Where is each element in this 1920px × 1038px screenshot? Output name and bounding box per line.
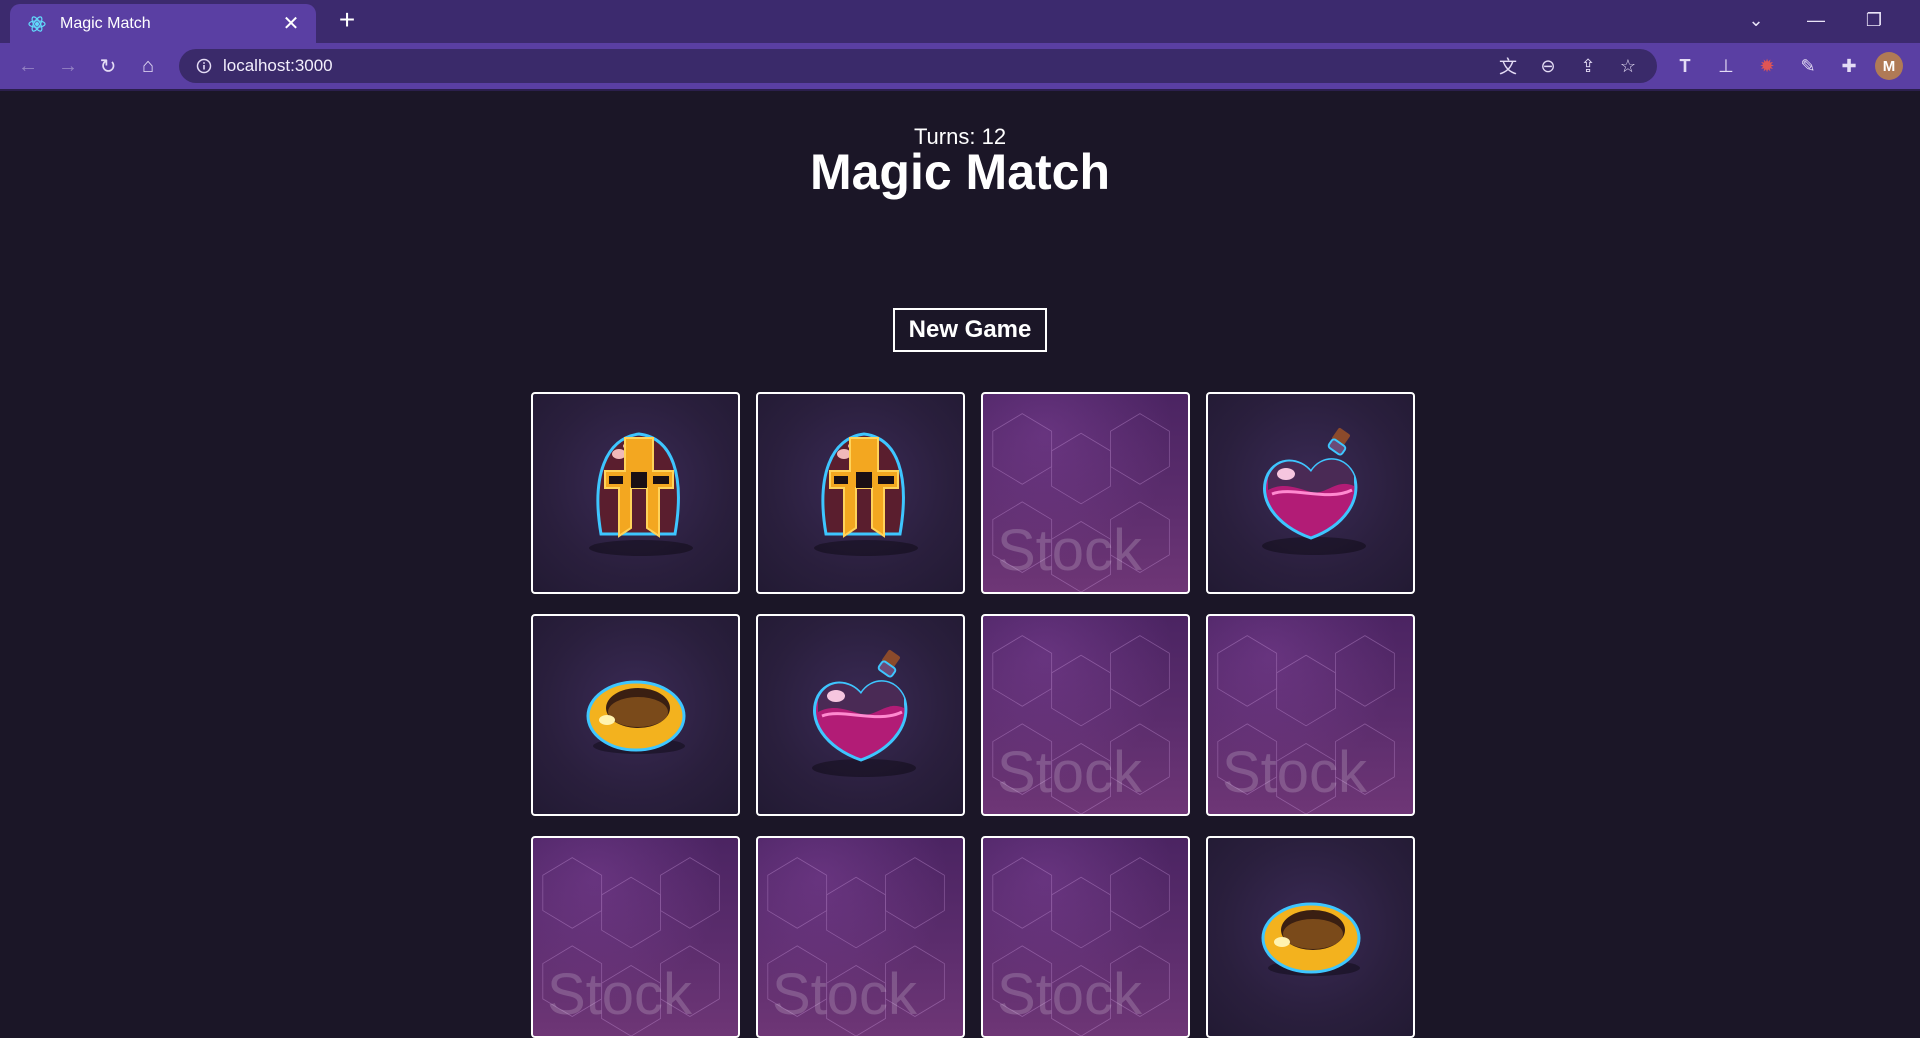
card-potion[interactable]: [756, 614, 965, 816]
page-content: Magic Match New Game Stock Stock Stock S…: [0, 91, 1920, 1038]
star-icon[interactable]: ☆: [1613, 51, 1643, 81]
card-back[interactable]: Stock: [1206, 614, 1415, 816]
arrow-right-icon[interactable]: →: [48, 46, 88, 86]
close-tab-icon[interactable]: ✕: [280, 11, 302, 36]
reload-icon[interactable]: ↻: [88, 46, 128, 86]
card-back-watermark: Stock: [997, 962, 1143, 1027]
card-back[interactable]: Stock: [981, 392, 1190, 594]
ring-icon: [561, 638, 711, 793]
card-back-watermark: Stock: [997, 740, 1143, 805]
puzzle-icon[interactable]: ✚: [1834, 51, 1864, 81]
card-back-watermark: Stock: [1222, 740, 1368, 805]
extensions-area: T ⊥ ✹ ✎ ✚ M: [1670, 49, 1903, 83]
tab-search-icon[interactable]: ⌄: [1728, 0, 1784, 40]
new-tab-button[interactable]: +: [332, 6, 362, 36]
restore-button[interactable]: ❐: [1846, 0, 1902, 40]
tab-strip: Magic Match ✕ + ⌄ — ❐: [0, 0, 1920, 43]
share-icon[interactable]: ⇪: [1573, 51, 1603, 81]
card-back-watermark: Stock: [997, 518, 1143, 583]
browser-toolbar: ← → ↻ ⌂ localhost:3000 文 ⊖ ⇪ ☆ T ⊥ ✹ ✎ ✚…: [0, 43, 1920, 91]
zoom-out-icon[interactable]: ⊖: [1533, 51, 1563, 81]
card-back[interactable]: Stock: [531, 836, 740, 1038]
helmet-icon: [786, 416, 936, 571]
info-icon[interactable]: [187, 58, 221, 74]
home-icon[interactable]: ⌂: [128, 46, 168, 86]
react-icon: [26, 13, 48, 35]
url-text: localhost:3000: [223, 56, 333, 75]
avatar[interactable]: M: [1875, 52, 1903, 80]
potion-icon: [786, 638, 936, 793]
arrow-left-icon[interactable]: ←: [8, 46, 48, 86]
new-game-button[interactable]: New Game: [893, 308, 1047, 352]
helmet-icon: [561, 416, 711, 571]
extension-ruler-icon[interactable]: ⊥: [1711, 51, 1741, 81]
minimize-button[interactable]: —: [1788, 0, 1844, 40]
card-back[interactable]: Stock: [981, 836, 1190, 1038]
card-ring[interactable]: [1206, 836, 1415, 1038]
card-grid: Stock Stock Stock Stock Stock Stock: [531, 392, 1415, 1038]
extension-t-icon[interactable]: T: [1670, 51, 1700, 81]
card-helmet[interactable]: [756, 392, 965, 594]
card-back[interactable]: Stock: [756, 836, 965, 1038]
card-potion[interactable]: [1206, 392, 1415, 594]
address-bar[interactable]: localhost:3000 文 ⊖ ⇪ ☆: [179, 49, 1657, 83]
translate-icon[interactable]: 文: [1493, 51, 1523, 81]
card-ring[interactable]: [531, 614, 740, 816]
potion-icon: [1236, 416, 1386, 571]
card-back[interactable]: Stock: [981, 614, 1190, 816]
extension-bug-icon[interactable]: ✹: [1752, 51, 1782, 81]
card-back-watermark: Stock: [772, 962, 918, 1027]
card-back-watermark: Stock: [547, 962, 693, 1027]
turns-counter: Turns: 12: [913, 124, 1007, 149]
page-title: Magic Match: [809, 144, 1111, 200]
extension-pen-icon[interactable]: ✎: [1793, 51, 1823, 81]
card-helmet[interactable]: [531, 392, 740, 594]
browser-tab[interactable]: Magic Match ✕: [10, 4, 316, 43]
ring-icon: [1236, 860, 1386, 1015]
tab-title: Magic Match: [60, 14, 151, 32]
